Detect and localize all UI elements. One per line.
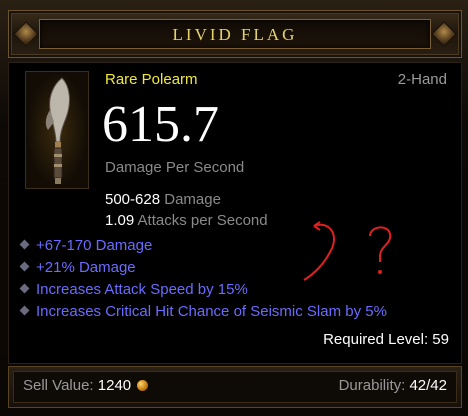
sell-amount: 1240 bbox=[97, 377, 132, 394]
durability-value: 42/42 bbox=[409, 377, 447, 394]
affix-line: Increases Attack Speed by 15% bbox=[19, 281, 248, 298]
tooltip-footer: Sell Value: 1240 Durability: 42/42 bbox=[8, 366, 462, 408]
durability-label: Durability: bbox=[338, 377, 406, 394]
item-tooltip: LIVID FLAG Rare Polearm 2-Hand 615.7 Dam… bbox=[0, 0, 468, 416]
red-annotation bbox=[303, 221, 392, 281]
tooltip-header: LIVID FLAG bbox=[8, 10, 462, 58]
dps-value: 615.7 bbox=[102, 96, 219, 153]
item-slot: 2-Hand bbox=[397, 71, 447, 88]
required-level: Required Level: 59 bbox=[323, 331, 449, 348]
affix-line: Increases Critical Hit Chance of Seismic… bbox=[19, 303, 387, 320]
gold-coin-icon bbox=[137, 380, 149, 391]
affix-bullet-icon bbox=[19, 305, 30, 316]
attacks-value: 1.09 bbox=[105, 212, 135, 229]
attacks-label: Attacks per Second bbox=[137, 212, 268, 229]
affix-bullet-icon bbox=[19, 261, 30, 272]
item-name: LIVID FLAG bbox=[172, 25, 298, 44]
affix-line: +21% Damage bbox=[19, 259, 136, 276]
item-icon-frame bbox=[25, 71, 89, 189]
damage-stat: 500-628 Damage bbox=[105, 191, 221, 208]
damage-label: Damage bbox=[164, 191, 221, 208]
affix-bullet-icon bbox=[19, 239, 30, 250]
sell-value: Sell Value: 1240 bbox=[23, 377, 149, 394]
durability: Durability: 42/42 bbox=[339, 377, 447, 394]
affix-bullet-icon bbox=[19, 283, 30, 294]
dps-label: Damage Per Second bbox=[105, 159, 245, 176]
affix-line: +67-170 Damage bbox=[19, 237, 152, 254]
item-rarity-type: Rare Polearm bbox=[105, 71, 198, 88]
polearm-icon bbox=[45, 77, 70, 184]
sell-label: Sell Value: bbox=[23, 377, 94, 394]
attack-speed-stat: 1.09 Attacks per Second bbox=[105, 212, 268, 229]
damage-range: 500-628 bbox=[105, 191, 161, 208]
